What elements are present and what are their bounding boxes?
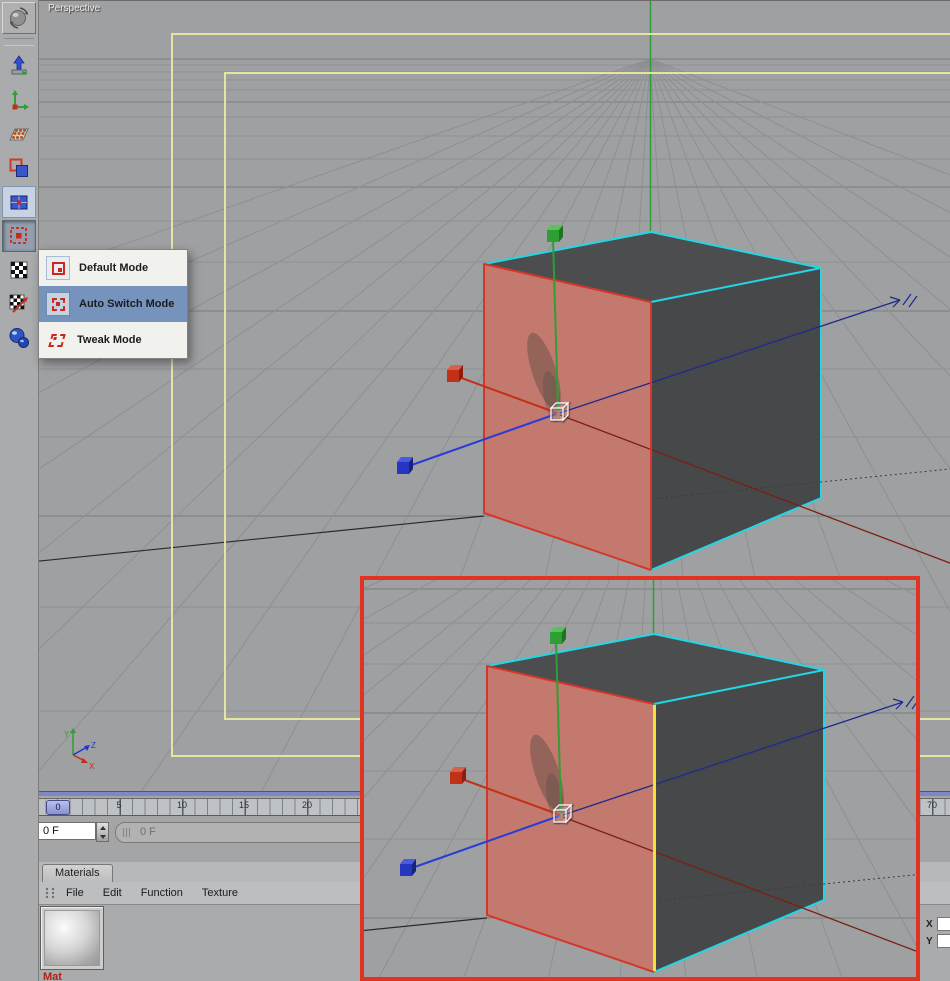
ruler-tick-label: 5: [116, 800, 122, 810]
model-mode-button[interactable]: [2, 50, 36, 82]
make-editable-button[interactable]: [2, 2, 36, 34]
context-menu: Default Mode Auto Switch Mode Tweak Mode: [38, 249, 188, 359]
menu-texture[interactable]: Texture: [202, 887, 238, 899]
texture-axis-mode-button[interactable]: [2, 288, 36, 320]
inset-canvas: [364, 580, 916, 977]
context-menu-item[interactable]: Default Mode: [39, 250, 187, 286]
menu-edit[interactable]: Edit: [103, 887, 122, 899]
object-axis-mode-button[interactable]: [2, 84, 36, 116]
material-sphere-button[interactable]: [2, 322, 36, 354]
coordinate-x-label: X: [926, 919, 933, 930]
material-preview-sphere: [44, 910, 100, 966]
side-watermark-text: W: [0, 914, 2, 925]
material-swatch[interactable]: [40, 906, 104, 970]
menu-file[interactable]: File: [66, 887, 84, 899]
frame-step-up-button[interactable]: [97, 823, 108, 832]
mode-switch-icon: [10, 227, 27, 244]
polygons-mode-button[interactable]: [2, 186, 36, 218]
left-toolbar: W A 4D: [0, 0, 39, 981]
toolbar-separator: [4, 38, 34, 46]
triad-x-label: X: [89, 762, 95, 771]
object-axis-mode-icon: [12, 90, 29, 110]
app-window: W A 4D Y Z X Perspective 0 5: [0, 0, 950, 981]
edges-mode-icon: [9, 158, 28, 177]
arrow-up-icon: [99, 825, 106, 830]
triad-z-label: Z: [91, 741, 96, 750]
points-mode-icon: [9, 128, 29, 141]
ruler-tick-label: 10: [176, 800, 188, 810]
material-name[interactable]: Mat: [43, 971, 62, 981]
range-grip-icon: [123, 828, 124, 837]
panel-drag-handle-icon[interactable]: [44, 886, 56, 900]
side-watermark-text: A 4D: [0, 945, 2, 974]
menu-function[interactable]: Function: [141, 887, 183, 899]
menu-item-label: Default Mode: [79, 262, 149, 274]
polygons-mode-icon: [10, 195, 28, 210]
current-frame-marker[interactable]: 0: [46, 800, 70, 815]
frame-step-down-button[interactable]: [97, 832, 108, 841]
menu-item-label: Auto Switch Mode: [79, 298, 175, 310]
tab-materials[interactable]: Materials: [42, 864, 113, 882]
texture-mode-button[interactable]: [2, 254, 36, 286]
default-mode-icon: [46, 256, 70, 280]
coordinate-y-label: Y: [926, 936, 933, 947]
triad-y-label: Y: [64, 730, 70, 739]
material-sphere-icon: [9, 328, 29, 348]
ruler-tick-label: 70: [926, 800, 938, 810]
context-menu-item[interactable]: Auto Switch Mode: [39, 286, 187, 322]
coordinate-y-field[interactable]: [937, 934, 950, 948]
inset-screenshot: [360, 576, 920, 981]
mode-switch-button[interactable]: [2, 220, 36, 252]
arrow-down-icon: [99, 834, 106, 839]
make-editable-icon: [10, 7, 28, 29]
ruler-tick-label: 15: [238, 800, 250, 810]
current-frame-input[interactable]: [38, 822, 96, 840]
viewport-label[interactable]: Perspective: [48, 3, 100, 14]
edges-mode-button[interactable]: [2, 152, 36, 184]
model-mode-icon: [11, 55, 28, 75]
coordinate-x-field[interactable]: [937, 917, 950, 931]
frame-stepper: [96, 822, 109, 842]
texture-axis-mode-icon: [9, 294, 28, 313]
range-start-label: 0 F: [140, 826, 156, 838]
context-menu-item[interactable]: Tweak Mode: [39, 322, 187, 358]
menu-item-label: Tweak Mode: [77, 334, 142, 346]
tweak-mode-icon: [46, 329, 68, 351]
points-mode-button[interactable]: [2, 118, 36, 150]
ruler-tick-label: 20: [301, 800, 313, 810]
texture-mode-icon: [10, 261, 28, 279]
auto-switch-mode-icon: [46, 292, 70, 316]
